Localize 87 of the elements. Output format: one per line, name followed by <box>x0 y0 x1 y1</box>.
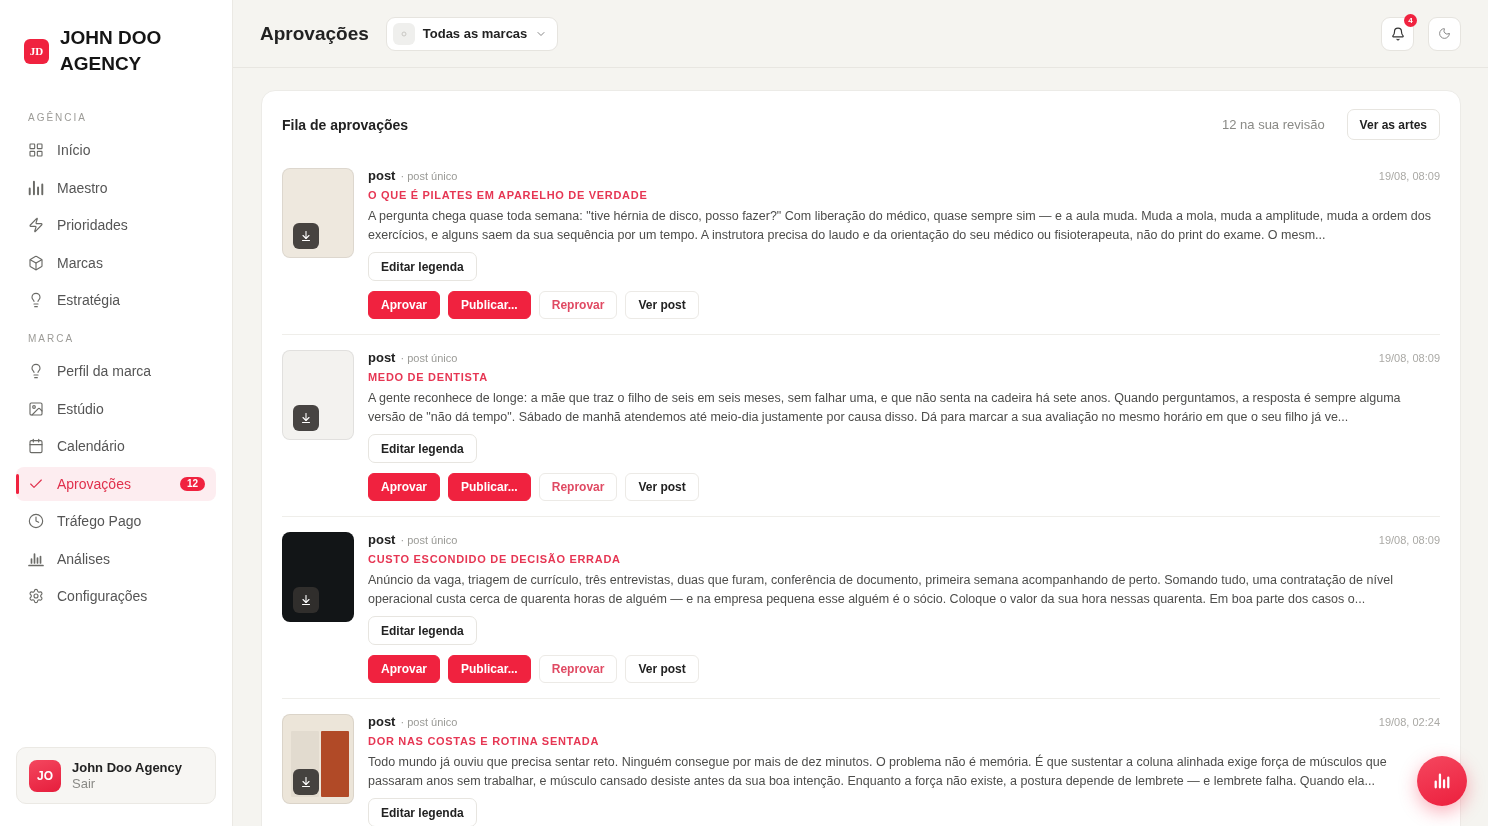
action-button[interactable]: Aprovar <box>368 655 440 683</box>
lightbulb-icon <box>28 363 44 379</box>
view-artworks-button[interactable]: Ver as artes <box>1346 109 1440 140</box>
post-format: · post único <box>400 169 458 184</box>
post-time: 19/08, 08:09 <box>1378 351 1440 366</box>
post-title: O QUE É PILATES EM APARELHO DE VERDADE <box>368 188 648 203</box>
brand-name: JOHN DOO AGENCY <box>60 26 163 76</box>
post-type: post <box>368 168 396 184</box>
post-caption: Anúncio da vaga, triagem de currículo, três entrevistas, duas que furam, conferência de documento, primeira semana acompanhando de perto. Somando tudo, uma contratação de nível operacional custa cerca de quarenta horas de alguém — e na empresa pequena esse alguém é o sócio. Coloque o valor da sua hora nessas quarenta. Em boa parte dos casos o... <box>368 571 1394 608</box>
image-panel <box>321 731 349 797</box>
bars-icon <box>28 179 44 196</box>
sidebar-item[interactable]: Aprovações 12 <box>16 466 216 501</box>
download-button[interactable] <box>293 405 319 431</box>
lightning-icon <box>28 217 44 233</box>
user-name: John Doo Agency <box>72 759 183 776</box>
post-caption: Todo mundo já ouviu que precisa sentar reto. Ninguém consegue por mais de dez minutos. O problema não é memória. É que sustentar a coluna alinhada exige força de músculos que passaram anos sem trabalhar, e músculo cansado desiste antes da sua boa intenção. Enquanto a força não existe, a postura depende de lembrete — e lembrete falha. Quando ela... <box>368 753 1388 790</box>
download-button[interactable] <box>293 769 319 795</box>
section-label: MARCA <box>27 333 75 345</box>
post-type: post <box>368 350 396 366</box>
section-label: AGÊNCIA <box>27 112 87 124</box>
action-button[interactable]: Publicar... <box>448 655 531 683</box>
review-count: 12 na sua revisão <box>1222 117 1325 132</box>
post-title: DOR NAS COSTAS E ROTINA SENTADA <box>368 734 600 749</box>
edit-caption-button[interactable]: Editar legenda <box>368 252 477 281</box>
post-title: MEDO DE DENTISTA <box>368 370 488 385</box>
bell-icon <box>1390 26 1405 41</box>
grid-icon <box>28 142 44 158</box>
action-button[interactable]: Reprovar <box>538 291 618 319</box>
download-button[interactable] <box>293 223 319 249</box>
edit-caption-button[interactable]: Editar legenda <box>368 616 477 645</box>
sidebar-item[interactable]: Tráfego Pago <box>16 504 216 538</box>
action-button[interactable]: Reprovar <box>538 473 618 501</box>
theme-toggle-button[interactable] <box>1428 16 1461 51</box>
page-title: Aprovações <box>260 22 369 45</box>
post-time: 19/08, 08:09 <box>1378 169 1440 184</box>
action-button[interactable]: Aprovar <box>368 473 440 501</box>
action-button[interactable]: Publicar... <box>448 291 531 319</box>
user-avatar: JO <box>29 759 61 792</box>
download-icon <box>300 412 312 424</box>
edit-caption-button[interactable]: Editar legenda <box>368 798 477 826</box>
moon-icon <box>1438 27 1451 40</box>
queue-title: Fila de aprovações <box>282 116 409 133</box>
download-icon <box>300 230 312 242</box>
image-icon <box>28 400 44 417</box>
settings-icon <box>28 588 44 604</box>
post-time: 19/08, 02:24 <box>1378 715 1440 730</box>
sidebar-item[interactable]: Análises <box>16 541 216 576</box>
box-icon <box>28 254 44 271</box>
sidebar-item[interactable]: Estúdio <box>16 391 216 426</box>
post-time: 19/08, 08:09 <box>1378 533 1440 548</box>
action-button[interactable]: Ver post <box>625 655 699 683</box>
sidebar-item[interactable]: Maestro <box>16 170 216 205</box>
notification-badge: 4 <box>1404 13 1417 27</box>
sidebar-item[interactable]: Marcas <box>16 245 216 280</box>
post-type: post <box>368 532 396 548</box>
download-icon <box>300 776 312 788</box>
sidebar-item[interactable]: Início <box>16 133 216 167</box>
post-caption: A gente reconhece de longe: a mãe que traz o filho de seis em seis meses, sem falhar uma, e que não senta na cadeira há sete anos. Quando perguntamos, a resposta é sempre alguma versão de "não dá tempo". Sábado de manhã atendemos até meio-dia justamente por causa disso. Dá para marcar a sua avaliação no mesmo horário em que o seu filho já ve... <box>368 389 1402 426</box>
brand-filter-dropdown[interactable]: Todas as marcas <box>385 16 559 51</box>
sidebar-item[interactable]: Perfil da marca <box>16 354 216 388</box>
clock-icon <box>28 513 44 529</box>
action-button[interactable]: Publicar... <box>448 473 531 501</box>
action-button[interactable]: Ver post <box>625 473 699 501</box>
brand-avatar-icon <box>392 22 415 45</box>
download-icon <box>300 594 312 606</box>
sidebar-item[interactable]: Estratégia <box>16 283 216 317</box>
brand-logo: JD <box>24 38 49 64</box>
count-badge: 12 <box>179 476 205 491</box>
action-button[interactable]: Ver post <box>625 291 699 319</box>
action-button[interactable]: Reprovar <box>538 655 618 683</box>
download-button[interactable] <box>293 587 319 613</box>
sidebar-item[interactable]: Prioridades <box>16 208 216 242</box>
bar-chart-icon <box>28 550 44 567</box>
lightbulb-icon <box>28 292 44 308</box>
sidebar-item[interactable]: Configurações <box>16 579 216 613</box>
edit-caption-button[interactable]: Editar legenda <box>368 434 477 463</box>
action-button[interactable]: Aprovar <box>368 291 440 319</box>
bars-icon <box>1434 773 1450 789</box>
post-format: · post único <box>400 533 458 548</box>
notifications-button[interactable]: 4 <box>1381 16 1414 51</box>
post-title: CUSTO ESCONDIDO DE DECISÃO ERRADA <box>368 552 621 567</box>
sidebar-item[interactable]: Calendário <box>16 429 216 463</box>
post-format: · post único <box>400 715 458 730</box>
calendar-icon <box>28 438 44 454</box>
post-caption: A pergunta chega quase toda semana: "tive hérnia de disco, posso fazer?" Com liberação do médico, quase sempre sim — e a aula muda. Muda a mola, muda a amplitude, muda a ordem dos exercícios, e alguns saem da sua sequência por um tempo. A instrutora precisa do laudo e da orientação do seu médico ou fisioterapeuta, não do print do exame. O mesm... <box>368 207 1432 244</box>
post-format: · post único <box>400 351 458 366</box>
post-type: post <box>368 714 396 730</box>
